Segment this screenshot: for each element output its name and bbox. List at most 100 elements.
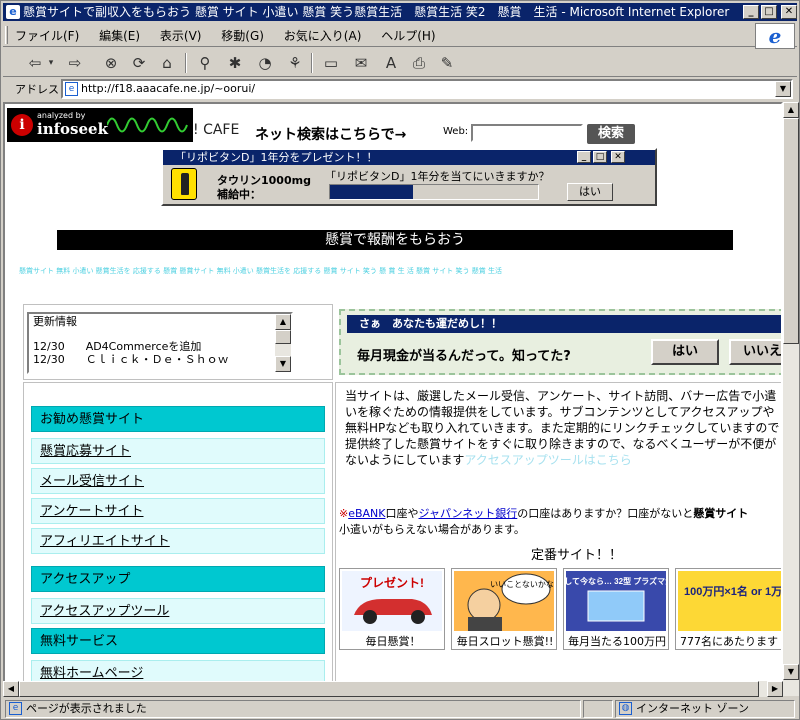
status-text: ページが表示されました bbox=[26, 702, 147, 715]
site-banner-image: プレゼント! bbox=[342, 571, 442, 631]
about-text: 当サイトは、厳選したメール受信、アンケート、サイト訪問、バナー広告で小遣いを稼ぐ… bbox=[345, 389, 780, 467]
print-icon[interactable]: ⎙ bbox=[407, 52, 431, 74]
mail-icon[interactable]: ✉ bbox=[349, 52, 373, 74]
refresh-icon[interactable]: ⟳ bbox=[127, 52, 151, 74]
fullscreen-icon[interactable]: ▭ bbox=[319, 52, 343, 74]
page-icon: e bbox=[65, 82, 78, 96]
scroll-right-icon[interactable]: ▶ bbox=[767, 681, 783, 697]
menu-view[interactable]: 表示(V) bbox=[156, 23, 206, 48]
supplying-text: 補給中： bbox=[217, 188, 261, 201]
search-icon[interactable]: ⚲ bbox=[193, 52, 217, 74]
staple-sites-heading: 定番サイト！！ bbox=[531, 548, 623, 563]
nav-survey-sites[interactable]: アンケートサイト bbox=[31, 498, 325, 524]
updates-box[interactable]: 更新情報 12/30 AD4Commerceを追加 12/30 Ｃｌｉｃｋ・Ｄｅ… bbox=[27, 312, 293, 374]
maximize-button[interactable]: □ bbox=[761, 5, 777, 19]
luck-no-button[interactable]: いいえ bbox=[729, 339, 781, 365]
scroll-down-icon[interactable]: ▼ bbox=[275, 356, 291, 372]
luck-ad[interactable]: さぁ あなたも運だめし！！ 毎月現金が当るんだって。知ってた? はい いいえ bbox=[339, 309, 781, 375]
japannet-link[interactable]: ジャパンネット銀行 bbox=[419, 507, 518, 520]
home-icon[interactable]: ⌂ bbox=[155, 52, 179, 74]
status-bar: e ページが表示されました ◍ インターネット ゾーン bbox=[3, 698, 797, 719]
about-ghost-link[interactable]: アクセスアップツールはこちら bbox=[464, 453, 631, 467]
svg-text:100万円×1名 or 1万円×100名: 100万円×1名 or 1万円×100名 bbox=[684, 584, 783, 598]
site-banner-image: 100万円×1名 or 1万円×100名 bbox=[678, 571, 783, 631]
nav-prize-sites[interactable]: 懸賞応募サイト bbox=[31, 438, 325, 464]
nav-mail-sites[interactable]: メール受信サイト bbox=[31, 468, 325, 494]
history-icon[interactable]: ◔ bbox=[253, 52, 277, 74]
nav-affiliate-sites[interactable]: アフィリエイトサイト bbox=[31, 528, 325, 554]
web-search-button[interactable]: 検索 bbox=[587, 124, 635, 144]
luck-yes-button[interactable]: はい bbox=[651, 339, 719, 365]
scroll-left-icon[interactable]: ◀ bbox=[3, 681, 19, 697]
menu-favorites[interactable]: お気に入り(A) bbox=[280, 23, 366, 48]
nav-free-services: 無料サービス bbox=[31, 628, 325, 654]
page-heading: 懸賞で報酬をもらおう bbox=[57, 230, 733, 250]
progress-fill bbox=[330, 185, 414, 199]
ebank-link[interactable]: eBANK bbox=[348, 507, 385, 520]
luck-title: さぁ あなたも運だめし！！ bbox=[347, 315, 781, 333]
popup-minimize-button[interactable]: _ bbox=[577, 151, 591, 163]
scroll-up-icon[interactable]: ▲ bbox=[783, 102, 799, 118]
scroll-thumb[interactable] bbox=[275, 330, 291, 344]
page-loaded-icon: e bbox=[9, 702, 22, 715]
nav-access-tools[interactable]: アクセスアップツール bbox=[31, 598, 325, 624]
site-banner-image: そして今なら… 32型 プラズマが! bbox=[556, 571, 676, 631]
nav-access-up: アクセスアップ bbox=[31, 566, 325, 592]
menu-grip bbox=[5, 26, 8, 44]
updates-scrollbar[interactable]: ▲ ▼ bbox=[275, 314, 291, 372]
scroll-thumb[interactable] bbox=[783, 118, 799, 344]
popup-yes-button[interactable]: はい bbox=[567, 183, 613, 201]
zone-text: インターネット ゾーン bbox=[636, 702, 749, 715]
address-dropdown-icon[interactable]: ▼ bbox=[775, 81, 791, 97]
address-url: http://f18.aaacafe.ne.jp/~oorui/ bbox=[81, 82, 256, 95]
site-card[interactable]: そして今なら… 32型 プラズマが! 毎月当たる100万円 bbox=[556, 568, 676, 650]
scroll-down-icon[interactable]: ▼ bbox=[783, 664, 799, 680]
wave-graphic bbox=[107, 117, 188, 133]
edit-icon[interactable]: ✎ bbox=[435, 52, 459, 74]
favorites-icon[interactable]: ✱ bbox=[223, 52, 247, 74]
svg-text:プレゼント!: プレゼント! bbox=[360, 575, 424, 590]
ie-logo-icon: e bbox=[755, 23, 795, 49]
font-size-icon[interactable]: A bbox=[379, 52, 403, 74]
menu-go[interactable]: 移動(G) bbox=[217, 23, 268, 48]
svg-text:いいことないかな〜: いいことないかな〜 bbox=[490, 580, 554, 589]
globe-icon: ◍ bbox=[619, 702, 632, 715]
bottle-icon bbox=[171, 168, 197, 200]
popup-progress-bar bbox=[329, 184, 539, 200]
menu-edit[interactable]: 編集(E) bbox=[95, 23, 144, 48]
close-button[interactable]: ✕ bbox=[781, 5, 797, 19]
site-card[interactable]: プレゼント! 毎日懸賞！ bbox=[339, 568, 445, 650]
nav-recommended: お勧め懸賞サイト bbox=[31, 406, 325, 432]
menu-help[interactable]: ヘルプ(H) bbox=[377, 23, 439, 48]
stop-icon[interactable]: ⊗ bbox=[99, 52, 123, 74]
site-card[interactable]: 100万円×1名 or 1万円×100名 777名にあたります bbox=[675, 568, 783, 650]
web-search-input[interactable] bbox=[471, 124, 583, 142]
vertical-scrollbar[interactable]: ▲ ▼ bbox=[783, 102, 799, 696]
site-caption: 毎日スロット懸賞!! bbox=[456, 635, 554, 648]
horizontal-scrollbar[interactable]: ◀ ▶ bbox=[3, 681, 783, 697]
ie-page-icon: e bbox=[6, 5, 20, 19]
channels-icon[interactable]: ⚘ bbox=[283, 52, 307, 74]
toolbar-separator bbox=[185, 53, 187, 73]
site-card[interactable]: いいことないかな〜 毎日スロット懸賞!! bbox=[451, 568, 562, 650]
forward-icon[interactable]: ⇨ bbox=[63, 52, 87, 74]
cafe-text: ! CAFE bbox=[193, 122, 240, 138]
minimize-button[interactable]: _ bbox=[743, 5, 759, 19]
menu-bar: ファイル(F) 編集(E) 表示(V) 移動(G) お気に入り(A) ヘルプ(H… bbox=[3, 23, 797, 47]
updates-title: 更新情報 bbox=[33, 315, 77, 328]
scrolling-marquee: 懸賞サイト 無料 小遣い 懸賞生活を 応援する 懸賞 懸賞サイト 無料 小遣い … bbox=[19, 267, 502, 275]
menu-file[interactable]: ファイル(F) bbox=[11, 23, 83, 48]
scroll-up-icon[interactable]: ▲ bbox=[275, 314, 291, 330]
info-i-icon: i bbox=[11, 114, 33, 136]
popup-maximize-button[interactable]: □ bbox=[593, 151, 607, 163]
back-dropdown-icon[interactable]: ▾ bbox=[39, 52, 63, 74]
infoseek-banner[interactable]: i analyzed by infoseek bbox=[7, 108, 193, 142]
popup-close-button[interactable]: ✕ bbox=[611, 151, 625, 163]
title-bar[interactable]: e 懸賞サイトで副収入をもらおう 懸賞 サイト 小遣い 懸賞 笑う懸賞生活 懸賞… bbox=[3, 3, 797, 21]
address-label: アドレス bbox=[15, 83, 59, 96]
browser-window: e 懸賞サイトで副収入をもらおう 懸賞 サイト 小遣い 懸賞 笑う懸賞生活 懸賞… bbox=[0, 0, 800, 720]
scroll-thumb[interactable] bbox=[19, 681, 759, 697]
lipovitan-popup-ad[interactable]: 「リポビタンD」1年分をプレゼント！！ _ □ ✕ タウリン1000mg 補給中… bbox=[161, 148, 657, 206]
analyzed-by-text: analyzed by bbox=[37, 111, 86, 120]
address-field[interactable]: e http://f18.aaacafe.ne.jp/~oorui/ ▼ bbox=[61, 79, 793, 99]
